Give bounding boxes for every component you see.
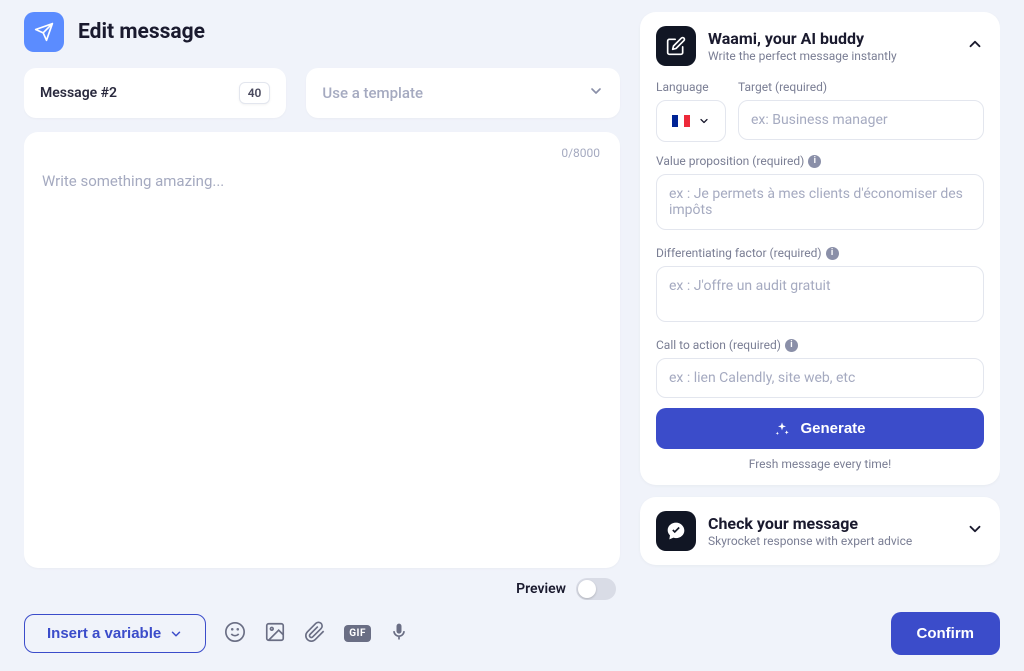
editor-card: 0/8000 — [24, 132, 620, 568]
preview-toggle[interactable] — [576, 578, 616, 600]
sparkle-icon — [774, 421, 790, 437]
value-prop-input[interactable] — [656, 174, 984, 230]
template-select[interactable]: Use a template — [306, 68, 620, 118]
chevron-down-icon — [698, 115, 710, 127]
waami-header[interactable]: Waami, your AI buddy Write the perfect m… — [640, 12, 1000, 80]
waami-title: Waami, your AI buddy — [708, 29, 954, 48]
diff-label: Differentiating factor (required) — [656, 246, 822, 260]
page-title: Edit message — [78, 20, 205, 44]
message-badge: 40 — [239, 82, 271, 104]
attachment-icon[interactable] — [304, 621, 326, 647]
message-editor[interactable] — [42, 172, 602, 550]
value-prop-label: Value proposition (required) — [656, 154, 804, 168]
message-label: Message #2 — [40, 85, 117, 101]
flag-fr-icon — [672, 115, 690, 127]
template-placeholder: Use a template — [322, 84, 423, 102]
chevron-down-icon — [966, 520, 984, 542]
info-icon[interactable]: i — [785, 339, 798, 352]
diff-input[interactable] — [656, 266, 984, 322]
generate-note: Fresh message every time! — [656, 457, 984, 471]
check-panel: Check your message Skyrocket response wi… — [640, 497, 1000, 565]
check-header[interactable]: Check your message Skyrocket response wi… — [640, 497, 1000, 565]
info-icon[interactable]: i — [808, 155, 821, 168]
target-input[interactable] — [738, 100, 984, 140]
check-message-icon — [656, 511, 696, 551]
chevron-down-icon — [169, 627, 183, 641]
language-label: Language — [656, 80, 726, 94]
waami-subtitle: Write the perfect message instantly — [708, 49, 954, 63]
message-label-card: Message #2 40 — [24, 68, 286, 118]
generate-button[interactable]: Generate — [656, 408, 984, 449]
char-count: 0/8000 — [561, 146, 600, 160]
insert-variable-button[interactable]: Insert a variable — [24, 614, 206, 653]
send-icon — [24, 12, 64, 52]
gif-icon[interactable]: GIF — [344, 625, 371, 642]
waami-panel: Waami, your AI buddy Write the perfect m… — [640, 12, 1000, 485]
microphone-icon[interactable] — [389, 622, 409, 646]
check-title: Check your message — [708, 514, 954, 533]
cta-input[interactable] — [656, 358, 984, 398]
image-icon[interactable] — [264, 621, 286, 647]
chevron-down-icon — [588, 83, 604, 103]
page-header: Edit message — [24, 12, 620, 52]
confirm-button[interactable]: Confirm — [891, 612, 1001, 655]
emoji-icon[interactable] — [224, 621, 246, 647]
edit-icon — [656, 26, 696, 66]
info-icon[interactable]: i — [826, 247, 839, 260]
cta-label: Call to action (required) — [656, 338, 781, 352]
preview-label: Preview — [516, 581, 566, 597]
check-subtitle: Skyrocket response with expert advice — [708, 534, 954, 548]
target-label: Target (required) — [738, 80, 984, 94]
chevron-up-icon — [966, 35, 984, 57]
language-select[interactable] — [656, 100, 726, 142]
